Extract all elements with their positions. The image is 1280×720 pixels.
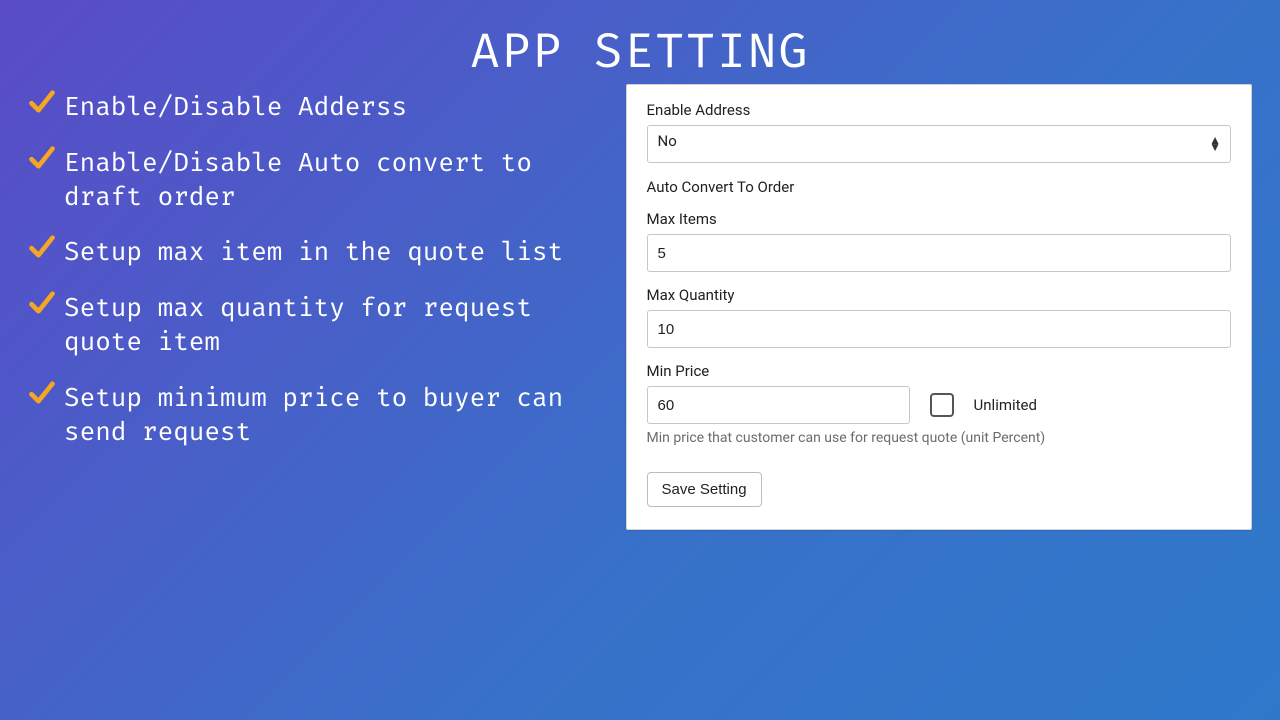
feature-item: Enable/Disable Auto convert to draft ord…	[28, 146, 616, 214]
max-items-input[interactable]	[647, 234, 1231, 272]
checkmark-icon	[28, 88, 56, 120]
save-setting-button[interactable]: Save Setting	[647, 472, 762, 507]
field-min-price: Min Price Unlimited Min price that custo…	[647, 362, 1231, 446]
feature-list: Enable/Disable Adderss Enable/Disable Au…	[28, 80, 616, 530]
settings-panel: Enable Address No ▲▼ Auto Convert To Ord…	[626, 84, 1252, 530]
max-quantity-label: Max Quantity	[647, 286, 1231, 304]
feature-item: Enable/Disable Adderss	[28, 90, 616, 124]
min-price-helper: Min price that customer can use for requ…	[647, 430, 1231, 446]
unlimited-label: Unlimited	[974, 396, 1037, 414]
field-max-items: Max Items	[647, 210, 1231, 272]
enable-address-select[interactable]: No	[647, 125, 1231, 163]
feature-text: Setup max item in the quote list	[64, 235, 563, 269]
checkmark-icon	[28, 233, 56, 265]
settings-panel-wrap: Enable Address No ▲▼ Auto Convert To Ord…	[616, 80, 1252, 530]
feature-item: Setup max quantity for request quote ite…	[28, 291, 616, 359]
max-items-label: Max Items	[647, 210, 1231, 228]
max-quantity-input[interactable]	[647, 310, 1231, 348]
feature-text: Setup max quantity for request quote ite…	[64, 291, 616, 359]
min-price-input[interactable]	[647, 386, 910, 424]
field-max-quantity: Max Quantity	[647, 286, 1231, 348]
unlimited-checkbox[interactable]	[930, 393, 954, 417]
feature-text: Enable/Disable Adderss	[64, 90, 407, 124]
auto-convert-label: Auto Convert To Order	[647, 178, 795, 196]
checkmark-icon	[28, 144, 56, 176]
page-title: APP SETTING	[0, 0, 1280, 80]
checkmark-icon	[28, 379, 56, 411]
feature-item: Setup max item in the quote list	[28, 235, 616, 269]
min-price-label: Min Price	[647, 362, 1231, 380]
feature-text: Enable/Disable Auto convert to draft ord…	[64, 146, 616, 214]
field-enable-address: Enable Address No ▲▼	[647, 101, 1231, 163]
field-auto-convert: Auto Convert To Order	[647, 177, 1231, 196]
checkmark-icon	[28, 289, 56, 321]
main-container: Enable/Disable Adderss Enable/Disable Au…	[0, 80, 1280, 530]
enable-address-label: Enable Address	[647, 101, 1231, 119]
feature-text: Setup minimum price to buyer can send re…	[64, 381, 616, 449]
feature-item: Setup minimum price to buyer can send re…	[28, 381, 616, 449]
